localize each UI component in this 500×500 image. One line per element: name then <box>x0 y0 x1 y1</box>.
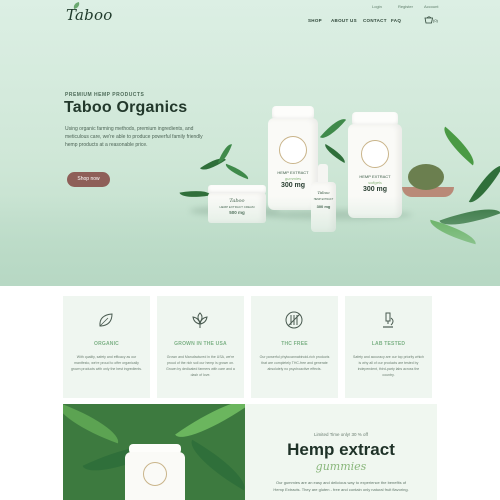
bottle-line2: gummies <box>284 176 302 181</box>
jar-strength: 500 mg <box>229 210 245 215</box>
cart-count: (0) <box>433 18 438 23</box>
hemp-buds <box>408 164 444 190</box>
hemp-leaf-icon <box>437 126 481 166</box>
feature-body: Grown and Manufactured in the USA, we're… <box>166 355 235 377</box>
hemp-leaf-icon <box>468 160 500 208</box>
cream-jar: Taboo HEMP EXTRACT CREAM 500 mg <box>208 193 266 223</box>
promo-image <box>63 404 245 500</box>
nav-about-us[interactable]: ABOUT US <box>331 18 357 23</box>
bottle-strength: 300 mg <box>362 186 388 193</box>
nav-shop[interactable]: SHOP <box>308 18 322 23</box>
hero-eyebrow: PREMIUM HEMP PRODUCTS <box>65 92 145 98</box>
bottle-line1: HEMP EXTRACT <box>359 174 391 179</box>
label-emblem <box>279 136 307 164</box>
nav-faq[interactable]: FAQ <box>391 18 401 23</box>
dropper-line2: HEMP EXTRACT <box>313 198 334 201</box>
logo[interactable]: Taboo <box>66 6 112 24</box>
hemp-leaf-icon <box>319 114 347 143</box>
promo-script: gummies <box>315 460 367 473</box>
promo-kicker: Limited Time only! 30 % off <box>314 432 368 437</box>
feature-title: LAB TESTED <box>371 341 406 347</box>
feature-card-lab-tested: LAB TESTED Safety and accuracy are our t… <box>345 296 432 398</box>
account-link[interactable]: Account <box>424 4 438 9</box>
feature-card-usa: GROWN IN THE USA Grown and Manufactured … <box>157 296 244 398</box>
hemp-leaf-icon <box>321 143 349 164</box>
leaf-icon <box>99 313 113 327</box>
feature-body: Safety and accuracy are our top priority… <box>352 355 424 377</box>
jar-line1: Taboo <box>229 198 245 204</box>
promo-title: Hemp extract <box>287 440 395 459</box>
bottle-line1: HEMP EXTRACT <box>277 170 309 175</box>
login-link[interactable]: Login <box>372 4 382 9</box>
hero-section: Taboo Login Register Account SHOP ABOUT … <box>0 0 500 286</box>
feature-card-organic: ORGANIC With quality, safety and efficac… <box>63 296 150 398</box>
feature-title: THC FREE <box>281 341 308 347</box>
dropper-cap <box>318 164 328 184</box>
hero-title: Taboo Organics <box>64 99 188 116</box>
hero-description: Using organic farming methods, premium i… <box>65 126 203 148</box>
hemp-leaf-icon <box>217 141 233 166</box>
register-link[interactable]: Register <box>398 4 413 9</box>
label-emblem <box>143 462 167 486</box>
nav-contact[interactable]: CONTACT <box>363 18 387 23</box>
flower-icon <box>192 312 208 328</box>
feature-body: With quality, safety and efficacy as our… <box>70 355 142 371</box>
bottle-line2: softgels <box>368 180 382 185</box>
promo-body: Our gummies are an easy and delicious wa… <box>273 480 409 492</box>
hemp-leaf-icon <box>179 187 211 201</box>
hemp-leaf-icon <box>223 163 251 180</box>
top-bar: Taboo Login Register Account SHOP ABOUT … <box>0 0 500 30</box>
label-emblem <box>361 140 389 168</box>
hemp-leaf-icon <box>439 200 500 234</box>
shop-now-button[interactable]: Shop now <box>67 172 110 187</box>
feature-card-thc-free: THC FREE Our powerful phytocannabinoid-r… <box>251 296 338 398</box>
feature-title: ORGANIC <box>93 341 119 347</box>
feature-title: GROWN IN THE USA <box>174 341 227 347</box>
gummies-bottle: HEMP EXTRACT gummies 300 mg <box>268 118 318 210</box>
hemp-leaf-icon <box>427 219 479 245</box>
softgels-bottle: HEMP EXTRACT softgels 300 mg <box>348 124 402 218</box>
microscope-icon <box>383 312 394 328</box>
no-thc-icon <box>285 311 303 329</box>
jar-line2: HEMP EXTRACT CREAM <box>219 205 255 209</box>
dropper-line1: Taboo <box>317 190 330 195</box>
feature-body: Our powerful phytocannabinoid-rich produ… <box>259 355 330 371</box>
dropper-bottle: Taboo HEMP EXTRACT 300 mg <box>311 182 336 232</box>
promo-panel: Limited Time only! 30 % off Hemp extract… <box>245 404 437 500</box>
gummies-bottle <box>125 452 185 500</box>
dropper-strength: 300 mg <box>316 204 331 209</box>
page: Taboo Login Register Account SHOP ABOUT … <box>0 0 500 500</box>
